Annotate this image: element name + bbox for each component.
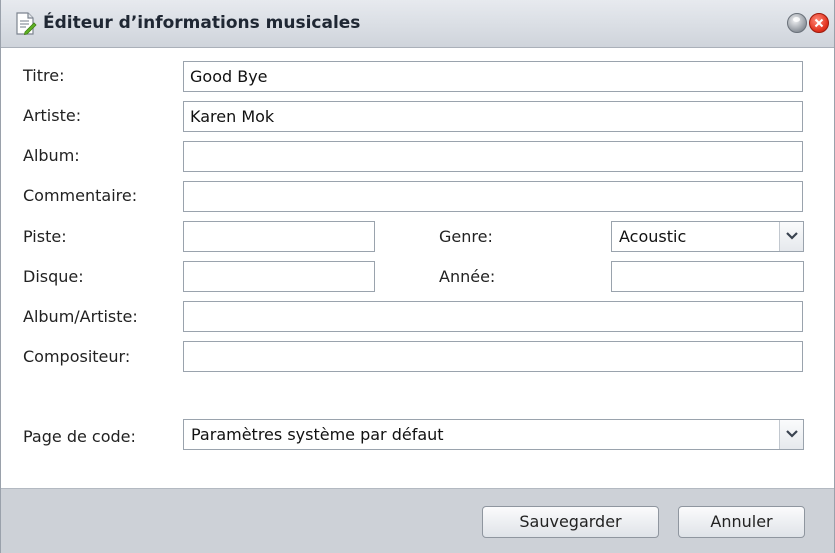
title-bar[interactable]: Éditeur d’informations musicales <box>1 0 834 48</box>
compositeur-input[interactable] <box>183 341 803 372</box>
piste-label: Piste: <box>23 227 67 246</box>
genre-label: Genre: <box>439 227 493 246</box>
chevron-down-icon[interactable] <box>779 420 803 449</box>
annee-label: Année: <box>439 267 496 286</box>
commentaire-label: Commentaire: <box>23 186 138 205</box>
close-icon[interactable] <box>809 13 829 33</box>
annee-input[interactable] <box>611 261 804 292</box>
cancel-button[interactable]: Annuler <box>678 506 805 538</box>
page-de-code-label: Page de code: <box>23 427 136 446</box>
page-de-code-select[interactable]: Paramètres système par défaut <box>183 419 804 450</box>
genre-selected-value: Acoustic <box>619 227 687 246</box>
chevron-down-icon[interactable] <box>779 222 803 251</box>
album-label: Album: <box>23 146 80 165</box>
artiste-input[interactable]: Karen Mok <box>183 101 803 132</box>
artiste-label: Artiste: <box>23 106 82 125</box>
music-info-editor-window: Éditeur d’informations musicales Titre: … <box>0 0 835 553</box>
compositeur-label: Compositeur: <box>23 347 131 366</box>
commentaire-input[interactable] <box>183 181 803 212</box>
genre-select[interactable]: Acoustic <box>611 221 804 252</box>
album-artiste-label: Album/Artiste: <box>23 307 138 326</box>
dialog-footer: Sauvegarder Annuler <box>1 488 834 553</box>
disque-input[interactable] <box>183 261 375 292</box>
album-artiste-input[interactable] <box>183 301 803 332</box>
titre-input[interactable]: Good Bye <box>183 61 803 92</box>
save-button[interactable]: Sauvegarder <box>482 506 659 538</box>
help-button-icon[interactable] <box>787 13 807 33</box>
album-input[interactable] <box>183 141 803 172</box>
document-edit-icon <box>15 12 37 36</box>
piste-input[interactable] <box>183 221 375 252</box>
disque-label: Disque: <box>23 267 84 286</box>
titre-label: Titre: <box>23 66 65 85</box>
page-de-code-selected-value: Paramètres système par défaut <box>191 425 444 444</box>
window-title: Éditeur d’informations musicales <box>43 13 361 33</box>
